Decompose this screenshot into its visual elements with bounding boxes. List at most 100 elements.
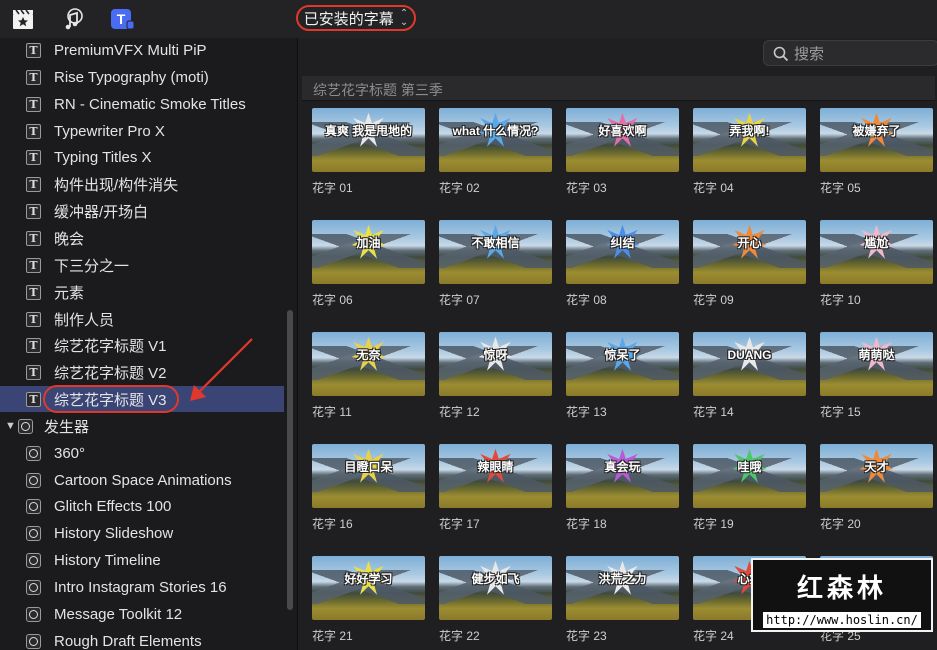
title-thumbnail[interactable]: DUANG 花字 14	[693, 332, 806, 420]
title-thumbnail[interactable]: 开心 花字 09	[693, 220, 806, 308]
sidebar-item-title[interactable]: T RN - Cinematic Smoke Titles	[0, 91, 284, 117]
thumbnail-image: 目瞪口呆	[312, 444, 425, 508]
thumbnail-caption: 花字 22	[439, 629, 480, 643]
thumbnail-caption: 花字 19	[693, 517, 734, 531]
title-thumbnail[interactable]: 纠结 花字 08	[566, 220, 679, 308]
title-thumbnail[interactable]: 弄我啊! 花字 04	[693, 108, 806, 196]
sidebar-item-generator[interactable]: History Slideshow	[0, 520, 284, 546]
title-thumbnail[interactable]: 不敢相信 花字 07	[439, 220, 552, 308]
sidebar-item-generator[interactable]: History Timeline	[0, 547, 284, 573]
generator-icon	[26, 525, 41, 541]
sidebar-item-label: Message Toolkit 12	[54, 605, 183, 623]
sidebar-item-generator[interactable]: Rough Draft Elements	[0, 628, 284, 650]
music-icon[interactable]	[60, 6, 86, 32]
generator-icon	[26, 579, 41, 595]
titles-icon[interactable]: T	[109, 6, 135, 32]
title-icon: T	[26, 69, 41, 85]
sidebar-item-generator[interactable]: Glitch Effects 100	[0, 493, 284, 519]
sidebar-item-title[interactable]: T 缓冲器/开场白	[0, 198, 284, 224]
generator-icon	[26, 498, 41, 514]
sidebar-item-label: Intro Instagram Stories 16	[54, 578, 227, 596]
title-thumbnail[interactable]: 辣眼睛 花字 17	[439, 444, 552, 532]
clapper-star-icon[interactable]	[10, 6, 36, 32]
sidebar-item-title[interactable]: T Typing Titles X	[0, 144, 284, 170]
sidebar-item-title[interactable]: T PremiumVFX Multi PiP	[0, 38, 284, 63]
sidebar-item-label: 制作人员	[54, 311, 115, 329]
thumbnail-text: 萌萌哒	[858, 347, 895, 362]
sidebar-item-label: 元素	[54, 284, 85, 302]
sidebar-group-generators[interactable]: ▼ 发生器	[0, 413, 284, 439]
disclosure-triangle-icon[interactable]: ▼	[5, 420, 16, 432]
thumbnail-image: 辣眼睛	[439, 444, 552, 508]
thumbnail-caption: 花字 14	[693, 405, 734, 419]
sidebar-item-title[interactable]: T Rise Typography (moti)	[0, 64, 284, 90]
title-thumbnail[interactable]: 萌萌哒 花字 15	[820, 332, 933, 420]
sidebar-scrollbar[interactable]	[287, 310, 293, 610]
thumbnail-image: 无奈	[312, 332, 425, 396]
title-thumbnail[interactable]: 惊呀 花字 12	[439, 332, 552, 420]
sidebar-item-label: History Slideshow	[54, 524, 174, 542]
thumbnail-caption: 花字 07	[439, 293, 480, 307]
thumbnail-caption: 花字 11	[312, 405, 352, 419]
generator-icon	[18, 418, 33, 434]
search-field[interactable]: 搜索	[763, 40, 937, 66]
sidebar-item-label: Typing Titles X	[54, 148, 152, 166]
thumbnail-image: 开心	[693, 220, 806, 284]
title-thumbnail[interactable]: what 什么情况? 花字 02	[439, 108, 552, 196]
thumbnail-caption: 花字 04	[693, 181, 734, 195]
thumbnail-image: 被嫌弃了	[820, 108, 933, 172]
sidebar-item-generator[interactable]: 360°	[0, 440, 284, 466]
sidebar-item-label: PremiumVFX Multi PiP	[54, 41, 207, 59]
generator-icon	[26, 472, 41, 488]
sidebar-group-label: 发生器	[44, 418, 90, 436]
thumbnail-text: 惊呆了	[604, 347, 641, 362]
sidebar-item-generator[interactable]: Intro Instagram Stories 16	[0, 574, 284, 600]
chevron-updown-icon: ⌃ ⌄	[399, 8, 409, 28]
thumbnail-text: 纠结	[610, 235, 635, 250]
title-thumbnail[interactable]: 尴尬 花字 10	[820, 220, 933, 308]
thumbnail-image: 萌萌哒	[820, 332, 933, 396]
title-thumbnail[interactable]: 好好学习 花字 21	[312, 556, 425, 644]
title-thumbnail[interactable]: 真会玩 花字 18	[566, 444, 679, 532]
title-icon: T	[26, 311, 41, 327]
title-icon: T	[26, 123, 41, 139]
dropdown-label: 已安装的字幕	[303, 10, 394, 28]
sidebar-item-title[interactable]: T Typewriter Pro X	[0, 118, 284, 144]
selection-annotation-ring	[43, 385, 179, 413]
sidebar-item-label: 综艺花字标题 V2	[54, 364, 167, 382]
thumbnail-text: 目瞪口呆	[344, 459, 393, 474]
watermark-title: 红森林	[796, 573, 887, 603]
generator-icon	[26, 606, 41, 622]
sidebar-item-title[interactable]: T 元素	[0, 279, 284, 305]
sidebar-item-generator[interactable]: Cartoon Space Animations	[0, 467, 284, 493]
title-thumbnail[interactable]: 哇哦 花字 19	[693, 444, 806, 532]
title-thumbnail[interactable]: 无奈 花字 11	[312, 332, 425, 420]
sidebar-item-title[interactable]: T 下三分之一	[0, 252, 284, 278]
thumbnail-text: what 什么情况?	[452, 123, 539, 138]
title-icon: T	[26, 203, 41, 219]
thumbnail-caption: 花字 12	[439, 405, 480, 419]
thumbnail-image: 洪荒之力	[566, 556, 679, 620]
sidebar-item-title[interactable]: T 晚会	[0, 225, 284, 251]
title-thumbnail[interactable]: 被嫌弃了 花字 05	[820, 108, 933, 196]
section-title: 综艺花字标题 第三季	[313, 82, 443, 98]
sidebar-item-title[interactable]: T 制作人员	[0, 306, 284, 332]
title-thumbnail[interactable]: 天才 花字 20	[820, 444, 933, 532]
title-thumbnail[interactable]: 加油 花字 06	[312, 220, 425, 308]
title-thumbnail[interactable]: 好喜欢啊 花字 03	[566, 108, 679, 196]
thumbnail-text: 真爽 我是甩地的	[324, 123, 413, 138]
sidebar-item-label: Rough Draft Elements	[54, 632, 202, 650]
title-thumbnail[interactable]: 洪荒之力 花字 23	[566, 556, 679, 644]
title-thumbnail[interactable]: 目瞪口呆 花字 16	[312, 444, 425, 532]
title-thumbnail[interactable]: 真爽 我是甩地的 花字 01	[312, 108, 425, 196]
installed-titles-dropdown[interactable]: 已安装的字幕 ⌃ ⌄	[296, 5, 416, 31]
title-thumbnail[interactable]: 惊呆了 花字 13	[566, 332, 679, 420]
toolbar: T 已安装的字幕 ⌃ ⌄	[0, 0, 937, 39]
sidebar-item-generator[interactable]: Message Toolkit 12	[0, 601, 284, 627]
thumbnail-caption: 花字 21	[312, 629, 353, 643]
generator-icon	[26, 445, 41, 461]
title-icon: T	[26, 149, 41, 165]
sidebar-item-title[interactable]: T 构件出现/构件消失	[0, 171, 284, 197]
title-thumbnail[interactable]: 健步如飞 花字 22	[439, 556, 552, 644]
thumbnail-image: 好好学习	[312, 556, 425, 620]
